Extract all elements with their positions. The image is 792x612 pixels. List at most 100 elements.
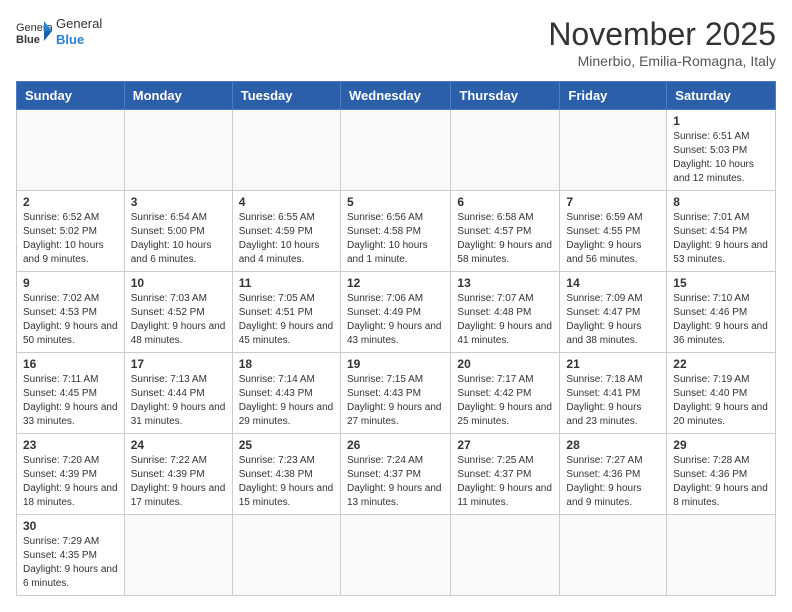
column-header-tuesday: Tuesday — [232, 82, 340, 110]
generalblue-logo-icon: General Blue — [16, 17, 52, 47]
day-number: 7 — [566, 195, 660, 209]
day-number: 9 — [23, 276, 118, 290]
logo: General Blue General Blue — [16, 16, 102, 47]
day-number: 11 — [239, 276, 334, 290]
day-info: Sunrise: 7:07 AM Sunset: 4:48 PM Dayligh… — [457, 292, 553, 348]
calendar-cell: 27Sunrise: 7:25 AM Sunset: 4:37 PM Dayli… — [451, 434, 560, 515]
calendar-cell — [451, 110, 560, 191]
day-number: 3 — [131, 195, 226, 209]
day-number: 19 — [347, 357, 444, 371]
calendar-week-row: 1 Sunrise: 6:51 AM Sunset: 5:03 PM Daylig… — [17, 110, 776, 191]
calendar-cell — [667, 515, 776, 596]
calendar-cell — [124, 110, 232, 191]
calendar-week-row: 23 Sunrise: 7:20 AM Sunset: 4:39 PM Dayli… — [17, 434, 776, 515]
day-info: Sunrise: 7:20 AM Sunset: 4:39 PM Dayligh… — [23, 454, 118, 510]
calendar-cell — [340, 110, 450, 191]
day-info: Sunrise: 7:10 AM Sunset: 4:46 PM Dayligh… — [673, 292, 769, 348]
logo-text-blue: Blue — [56, 32, 102, 48]
header: General Blue General Blue November 2025 … — [16, 16, 776, 69]
day-info: Sunrise: 7:24 AM Sunset: 4:37 PM Dayligh… — [347, 454, 444, 510]
column-header-friday: Friday — [560, 82, 667, 110]
day-info: Sunrise: 6:52 AM Sunset: 5:02 PM Dayligh… — [23, 211, 118, 267]
calendar-week-row: 30 Sunrise: 7:29 AM Sunset: 4:35 PM Dayli… — [17, 515, 776, 596]
calendar-cell: 23 Sunrise: 7:20 AM Sunset: 4:39 PM Dayli… — [17, 434, 125, 515]
day-info: Sunrise: 7:13 AM Sunset: 4:44 PM Dayligh… — [131, 373, 226, 429]
calendar-cell: 5 Sunrise: 6:56 AM Sunset: 4:58 PM Daylig… — [340, 191, 450, 272]
day-number: 16 — [23, 357, 118, 371]
month-title: November 2025 — [548, 16, 776, 53]
day-info: Sunrise: 6:51 AM Sunset: 5:03 PM Dayligh… — [673, 130, 769, 186]
day-number: 10 — [131, 276, 226, 290]
calendar-cell: 18 Sunrise: 7:14 AM Sunset: 4:43 PM Dayli… — [232, 353, 340, 434]
calendar-cell — [451, 515, 560, 596]
calendar-cell: 24 Sunrise: 7:22 AM Sunset: 4:39 PM Dayli… — [124, 434, 232, 515]
day-number: 8 — [673, 195, 769, 209]
day-number: 25 — [239, 438, 334, 452]
day-info: Sunrise: 7:05 AM Sunset: 4:51 PM Dayligh… — [239, 292, 334, 348]
day-number: 15 — [673, 276, 769, 290]
day-info: Sunrise: 7:11 AM Sunset: 4:45 PM Dayligh… — [23, 373, 118, 429]
day-info: Sunrise: 7:17 AM Sunset: 4:42 PM Dayligh… — [457, 373, 553, 429]
day-info: Sunrise: 7:22 AM Sunset: 4:39 PM Dayligh… — [131, 454, 226, 510]
day-number: 23 — [23, 438, 118, 452]
day-info: Sunrise: 7:27 AM Sunset: 4:36 PM Dayligh… — [566, 454, 660, 510]
day-info: Sunrise: 7:18 AM Sunset: 4:41 PM Dayligh… — [566, 373, 660, 429]
calendar-cell: 12 Sunrise: 7:06 AM Sunset: 4:49 PM Dayli… — [340, 272, 450, 353]
day-number: 17 — [131, 357, 226, 371]
calendar-cell: 9 Sunrise: 7:02 AM Sunset: 4:53 PM Daylig… — [17, 272, 125, 353]
calendar-cell — [232, 110, 340, 191]
day-number: 13 — [457, 276, 553, 290]
day-info: Sunrise: 7:01 AM Sunset: 4:54 PM Dayligh… — [673, 211, 769, 267]
calendar-table: SundayMondayTuesdayWednesdayThursdayFrid… — [16, 81, 776, 596]
calendar-header-row: SundayMondayTuesdayWednesdayThursdayFrid… — [17, 82, 776, 110]
calendar-cell: 3 Sunrise: 6:54 AM Sunset: 5:00 PM Daylig… — [124, 191, 232, 272]
day-number: 20 — [457, 357, 553, 371]
day-number: 29 — [673, 438, 769, 452]
day-info: Sunrise: 7:25 AM Sunset: 4:37 PM Dayligh… — [457, 454, 553, 510]
day-info: Sunrise: 7:28 AM Sunset: 4:36 PM Dayligh… — [673, 454, 769, 510]
day-info: Sunrise: 7:14 AM Sunset: 4:43 PM Dayligh… — [239, 373, 334, 429]
day-info: Sunrise: 6:58 AM Sunset: 4:57 PM Dayligh… — [457, 211, 553, 267]
day-number: 6 — [457, 195, 553, 209]
day-number: 1 — [673, 114, 769, 128]
day-info: Sunrise: 6:54 AM Sunset: 5:00 PM Dayligh… — [131, 211, 226, 267]
calendar-cell: 17 Sunrise: 7:13 AM Sunset: 4:44 PM Dayli… — [124, 353, 232, 434]
calendar-cell: 11 Sunrise: 7:05 AM Sunset: 4:51 PM Dayli… — [232, 272, 340, 353]
day-number: 30 — [23, 519, 118, 533]
day-info: Sunrise: 7:06 AM Sunset: 4:49 PM Dayligh… — [347, 292, 444, 348]
calendar-cell: 4Sunrise: 6:55 AM Sunset: 4:59 PM Daylig… — [232, 191, 340, 272]
calendar-cell — [17, 110, 125, 191]
column-header-sunday: Sunday — [17, 82, 125, 110]
day-number: 14 — [566, 276, 660, 290]
calendar-cell: 16 Sunrise: 7:11 AM Sunset: 4:45 PM Dayli… — [17, 353, 125, 434]
day-number: 12 — [347, 276, 444, 290]
day-info: Sunrise: 6:55 AM Sunset: 4:59 PM Dayligh… — [239, 211, 334, 267]
day-number: 28 — [566, 438, 660, 452]
calendar-cell: 7Sunrise: 6:59 AM Sunset: 4:55 PM Daylig… — [560, 191, 667, 272]
svg-text:Blue: Blue — [16, 34, 40, 46]
day-number: 18 — [239, 357, 334, 371]
calendar-week-row: 2 Sunrise: 6:52 AM Sunset: 5:02 PM Daylig… — [17, 191, 776, 272]
calendar-cell: 6 Sunrise: 6:58 AM Sunset: 4:57 PM Daylig… — [451, 191, 560, 272]
day-number: 21 — [566, 357, 660, 371]
column-header-thursday: Thursday — [451, 82, 560, 110]
day-info: Sunrise: 7:29 AM Sunset: 4:35 PM Dayligh… — [23, 535, 118, 591]
day-number: 5 — [347, 195, 444, 209]
day-info: Sunrise: 7:15 AM Sunset: 4:43 PM Dayligh… — [347, 373, 444, 429]
calendar-cell: 13 Sunrise: 7:07 AM Sunset: 4:48 PM Dayli… — [451, 272, 560, 353]
column-header-monday: Monday — [124, 82, 232, 110]
location-subtitle: Minerbio, Emilia-Romagna, Italy — [548, 53, 776, 69]
day-info: Sunrise: 7:19 AM Sunset: 4:40 PM Dayligh… — [673, 373, 769, 429]
day-info: Sunrise: 7:03 AM Sunset: 4:52 PM Dayligh… — [131, 292, 226, 348]
day-info: Sunrise: 6:56 AM Sunset: 4:58 PM Dayligh… — [347, 211, 444, 267]
day-number: 2 — [23, 195, 118, 209]
calendar-cell — [560, 515, 667, 596]
calendar-cell: 20 Sunrise: 7:17 AM Sunset: 4:42 PM Dayli… — [451, 353, 560, 434]
calendar-cell: 8 Sunrise: 7:01 AM Sunset: 4:54 PM Daylig… — [667, 191, 776, 272]
day-info: Sunrise: 7:02 AM Sunset: 4:53 PM Dayligh… — [23, 292, 118, 348]
calendar-cell — [124, 515, 232, 596]
calendar-cell — [560, 110, 667, 191]
calendar-cell: 29 Sunrise: 7:28 AM Sunset: 4:36 PM Dayli… — [667, 434, 776, 515]
day-number: 24 — [131, 438, 226, 452]
logo-text-general: General — [56, 16, 102, 32]
